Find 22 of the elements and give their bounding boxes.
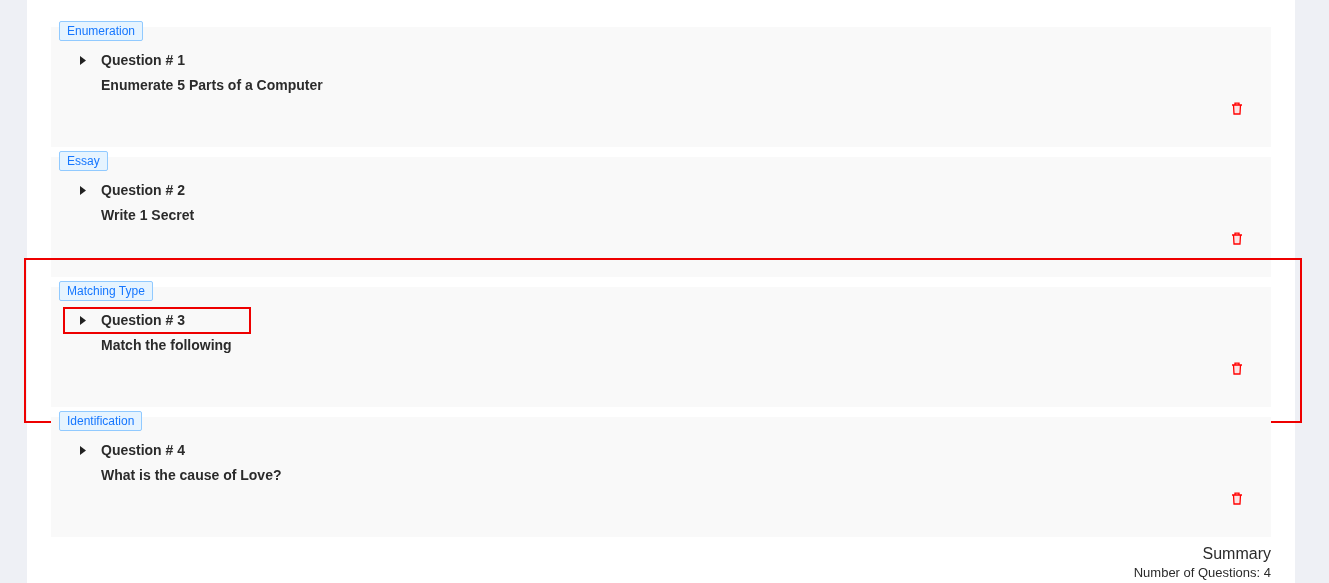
question-type-tag: Essay — [59, 151, 108, 171]
caret-icon[interactable] — [80, 55, 86, 65]
question-text: Match the following — [101, 337, 233, 353]
question-title[interactable]: Question # 4 — [101, 442, 186, 458]
question-title[interactable]: Question # 1 — [101, 52, 186, 68]
question-text: Enumerate 5 Parts of a Computer — [101, 77, 324, 93]
trash-icon[interactable] — [1231, 232, 1243, 245]
summary-title: Summary — [1201, 545, 1271, 563]
question-title[interactable]: Question # 2 — [101, 182, 186, 198]
question-title[interactable]: Question # 3 — [101, 312, 186, 328]
trash-icon[interactable] — [1231, 102, 1243, 115]
question-text: What is the cause of Love? — [101, 467, 283, 483]
question-type-tag: Matching Type — [59, 281, 153, 301]
trash-icon[interactable] — [1231, 362, 1243, 375]
question-count: Number of Questions: 4 — [1132, 565, 1271, 580]
question-text: Write 1 Secret — [101, 207, 196, 223]
trash-icon[interactable] — [1231, 492, 1243, 505]
caret-icon[interactable] — [80, 445, 86, 455]
question-type-tag: Identification — [59, 411, 143, 431]
caret-icon[interactable] — [80, 185, 86, 195]
question-type-tag: Enumeration — [59, 21, 144, 41]
caret-icon[interactable] — [80, 315, 86, 325]
